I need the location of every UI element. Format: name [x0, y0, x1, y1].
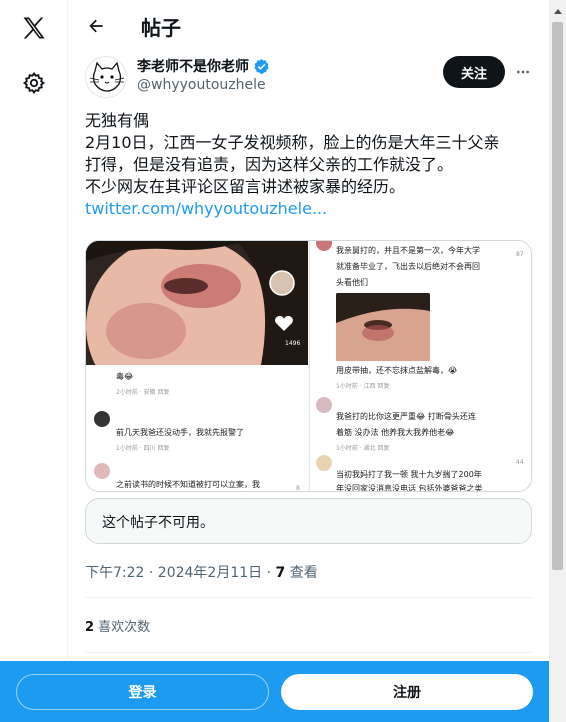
- likes-label: 喜欢次数: [94, 620, 151, 635]
- commenter-avatar: [316, 397, 332, 413]
- tweet-line: 无独有偶: [85, 111, 150, 130]
- tweet-meta: 下午7:22 · 2024年2月11日 · 7 查看: [85, 562, 318, 582]
- commenter-avatar: [316, 455, 332, 471]
- comment-meta: 2小时前 · 安徽 回复: [116, 389, 170, 396]
- tweet-line: 不少网友在其评论区留言讲述被家暴的经历。: [85, 177, 406, 196]
- comment-meta: 1小时前 · 湖北 回复: [336, 445, 390, 452]
- comment-meta: 1小时前 · 江西 回复: [336, 383, 390, 390]
- tweet-text: 无独有偶 2月10日，江西一女子发视频称，脸上的伤是大年三十父亲 打得，但是没有…: [85, 110, 535, 220]
- comment-text: 我亲舅打的，并且不是第一次，今年大学: [336, 246, 480, 255]
- comment-text: 我爸打的比你这更严重😂 打断骨头还连: [336, 412, 476, 421]
- left-nav-rail: [0, 0, 68, 722]
- divider: [85, 597, 533, 598]
- comment-text: 就准备毕业了，飞出去以后绝对不会再回: [336, 262, 480, 271]
- commenter-avatar: [94, 463, 110, 479]
- comment-text: 毒😂: [116, 372, 134, 381]
- divider: [85, 652, 533, 653]
- right-comments: 我亲舅打的，并且不是第一次，今年大学 87 就准备毕业了，飞出去以后绝对不会再回…: [309, 241, 531, 492]
- display-name-text: 李老师不是你老师: [137, 59, 249, 75]
- unavailable-notice: 这个帖子不可用。: [85, 498, 532, 544]
- tweet-link[interactable]: twitter.com/whyyoutouzhele...: [85, 199, 327, 218]
- comment-text: 着筋 没办法 他养我大我养他老😂: [336, 428, 455, 437]
- comment-text: 用皮带抽，还不忘抹点盐解毒，😭: [336, 366, 458, 375]
- comment-likes: 44: [516, 459, 524, 466]
- avatar[interactable]: [85, 56, 127, 98]
- author-handle[interactable]: @whyyoutouzhele: [137, 77, 266, 93]
- comment-text: 当初我妈打了我一顿 我十九岁揣了200年: [336, 470, 482, 479]
- settings-gear-icon[interactable]: [14, 63, 54, 103]
- login-button[interactable]: 登录: [16, 674, 269, 710]
- comment-meta: 1小时前 · 四川 回复: [116, 445, 170, 452]
- comment-likes: 8: [296, 485, 300, 492]
- arrow-left-icon: [89, 19, 103, 33]
- back-button[interactable]: [77, 7, 115, 45]
- more-options-button[interactable]: [509, 58, 537, 86]
- scroll-thumb[interactable]: [552, 22, 563, 570]
- follow-button[interactable]: 关注: [443, 56, 505, 88]
- scroll-up-arrow-icon[interactable]: [549, 2, 566, 19]
- comment-text: 之前读书的时候不知道被打可以立案，我: [116, 480, 260, 489]
- comment-text: 前几天我爸还没动手，我就先报警了: [116, 428, 244, 437]
- main-column: 帖子 李老师不是你老师 @whyyoutouzhele 关注 无独有偶 2月10…: [69, 0, 549, 722]
- page-title: 帖子: [141, 16, 181, 40]
- comment-text: 头看他们: [336, 278, 368, 287]
- comment-text: 年没回家没消息没电话 包括外婆爸爸之类: [336, 484, 483, 492]
- author-name[interactable]: 李老师不是你老师: [137, 56, 270, 76]
- verified-badge-icon: [254, 58, 269, 74]
- bottom-login-bar: 登录 注册: [0, 661, 549, 722]
- media-image[interactable]: 1496 毒😂 2小时前 · 安徽 回复 前几天我爸还没动手，我就先报警了 1小…: [85, 240, 532, 492]
- views-label: 查看: [285, 565, 318, 581]
- cat-avatar-icon: [89, 61, 125, 92]
- left-comments: 毒😂 2小时前 · 安徽 回复 前几天我爸还没动手，我就先报警了 1小时前 · …: [86, 365, 308, 492]
- comment-image: [336, 293, 430, 361]
- face-photo: 1496: [86, 241, 308, 365]
- face-photo-art: [86, 241, 308, 365]
- comment-likes: 87: [516, 251, 524, 258]
- tweet-line: 打得，但是没有追责，因为这样父亲的工作就没了。: [85, 155, 454, 174]
- commenter-avatar: [316, 241, 332, 251]
- x-logo-icon[interactable]: [14, 8, 54, 48]
- author-row: 李老师不是你老师 @whyyoutouzhele 关注: [85, 56, 535, 102]
- top-bar: 帖子: [69, 0, 549, 53]
- views-count: 7: [275, 565, 286, 581]
- tweet-timestamp[interactable]: 下午7:22 · 2024年2月11日 ·: [85, 565, 276, 581]
- likes-count: 2: [85, 620, 95, 635]
- commenter-avatar: [94, 411, 110, 427]
- scrollbar[interactable]: [549, 0, 566, 722]
- signup-button[interactable]: 注册: [281, 674, 533, 710]
- likes-stat[interactable]: 2 喜欢次数: [85, 616, 150, 635]
- tweet-line: 2月10日，江西一女子发视频称，脸上的伤是大年三十父亲: [85, 133, 500, 152]
- video-likes-count: 1496: [285, 340, 301, 347]
- more-dots-icon: [517, 70, 529, 74]
